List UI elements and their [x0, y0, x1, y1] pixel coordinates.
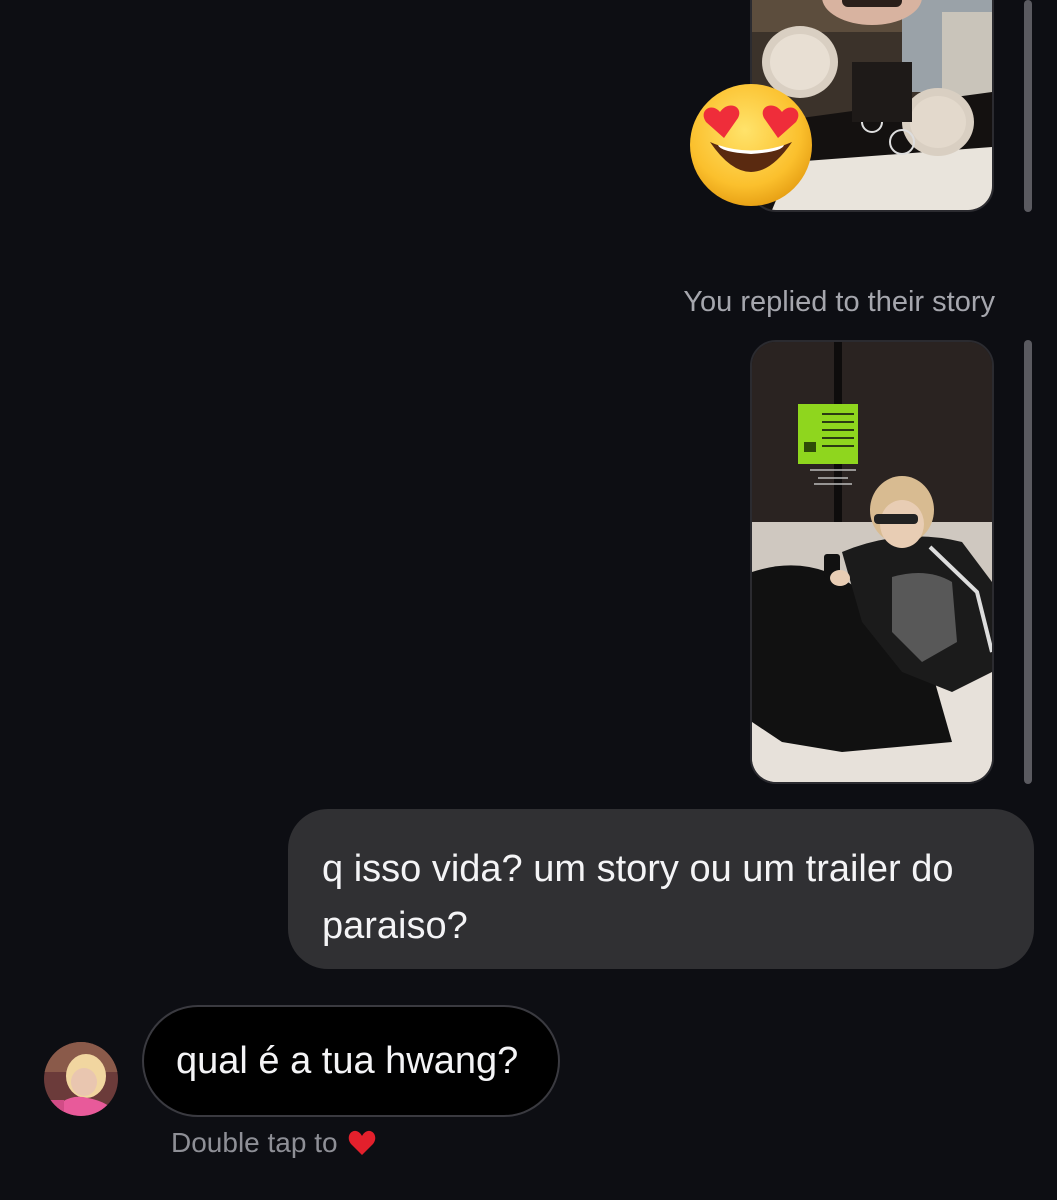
contact-avatar-image [44, 1042, 118, 1116]
double-tap-hint-text: Double tap to [171, 1127, 338, 1158]
heart-eyes-emoji-icon[interactable] [688, 82, 814, 208]
avatar[interactable] [44, 1042, 118, 1116]
red-heart-icon[interactable] [348, 1130, 376, 1156]
story-reply-bar [1024, 340, 1032, 784]
outgoing-message-text: q isso vida? um story ou um trailer do p… [322, 848, 954, 947]
replied-to-story-label: You replied to their story [683, 286, 995, 318]
incoming-message-text: qual é a tua hwang? [176, 1040, 519, 1082]
story-reply-bar [1024, 0, 1032, 212]
story-preview-second[interactable] [750, 340, 994, 784]
outgoing-message-bubble[interactable]: q isso vida? um story ou um trailer do p… [288, 809, 1034, 969]
dm-thread: You replied to their story q isso vida? … [0, 0, 1057, 1200]
double-tap-hint: Double tap to [171, 1127, 376, 1159]
incoming-message-bubble[interactable]: qual é a tua hwang? [142, 1005, 560, 1117]
story-image-second [752, 342, 992, 782]
